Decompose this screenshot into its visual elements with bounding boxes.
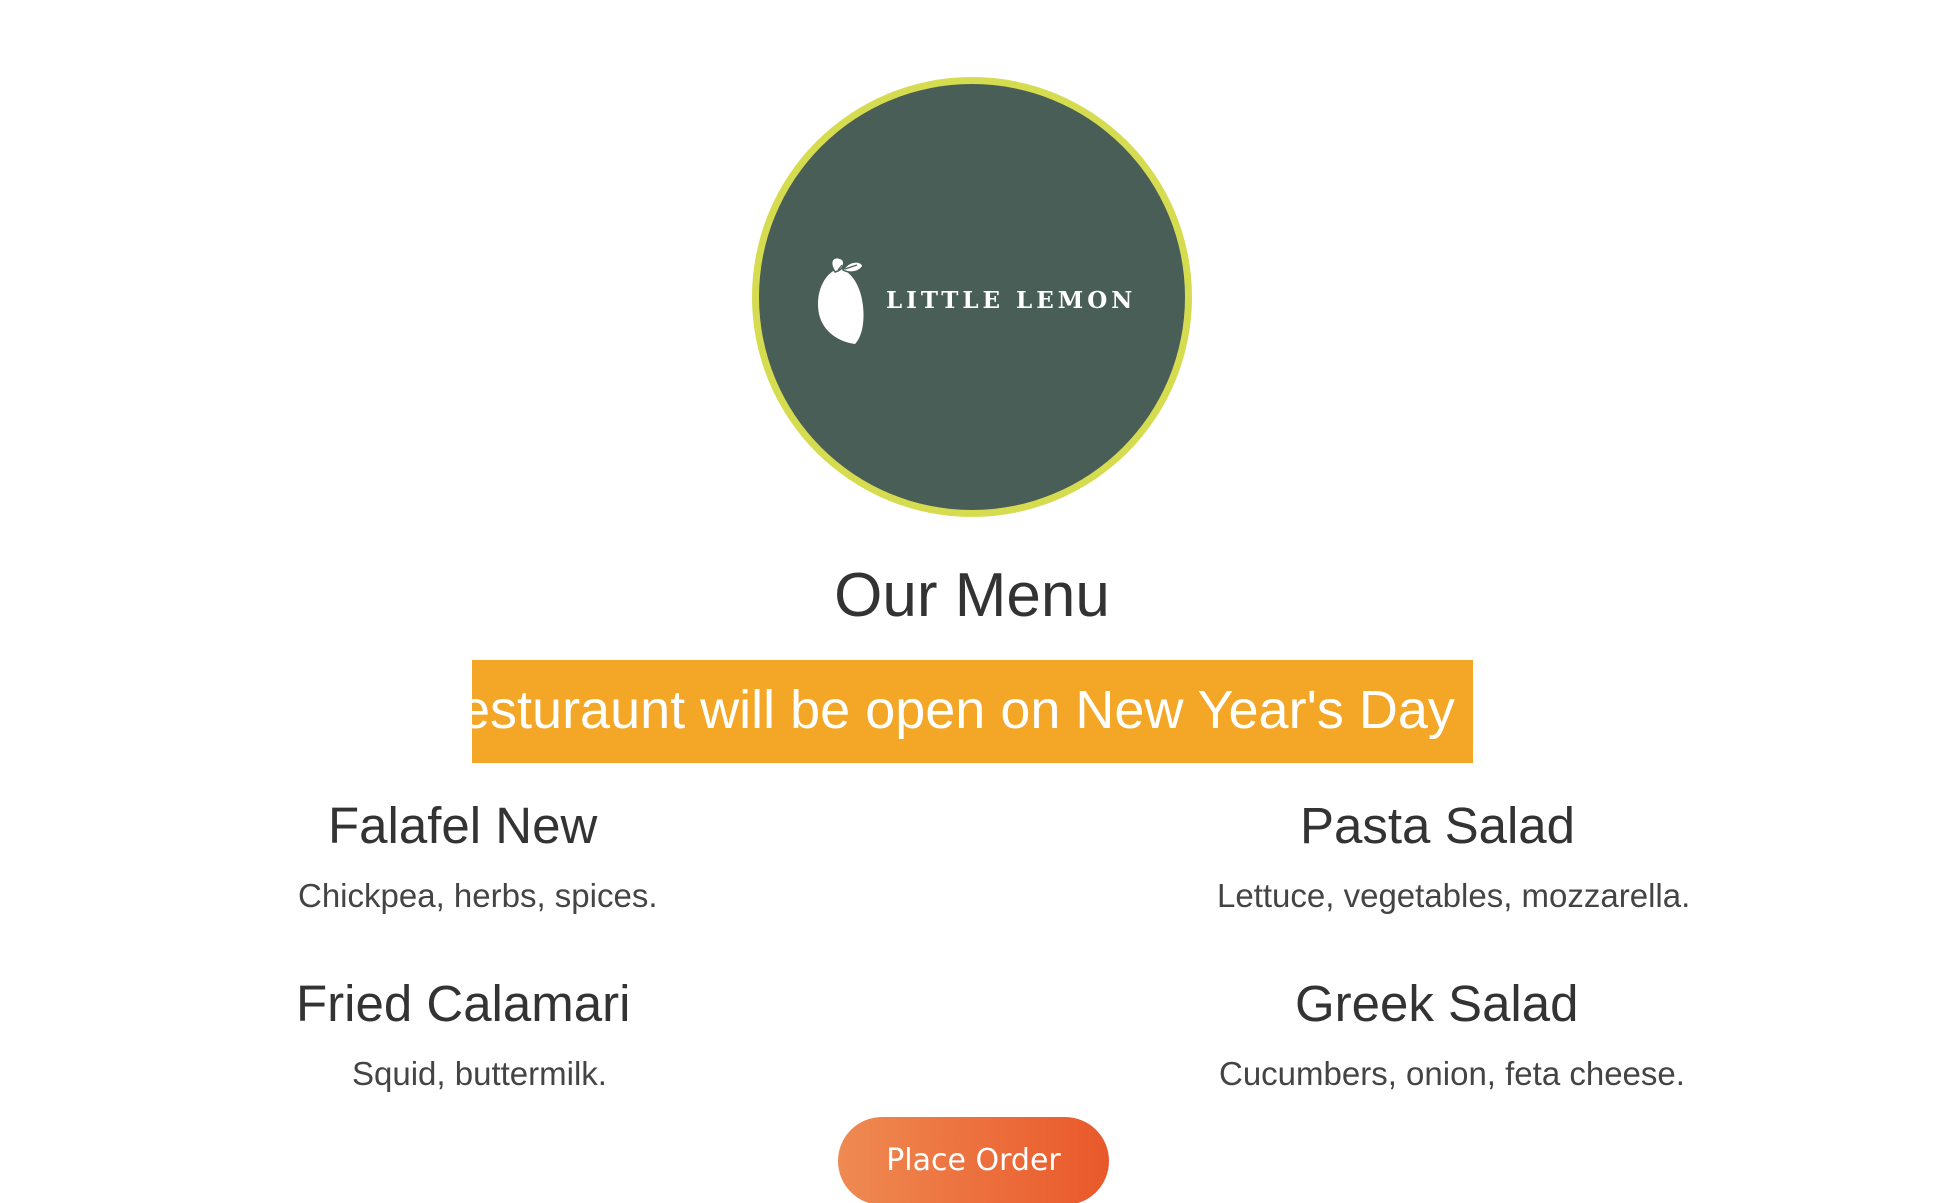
logo-ring: LITTLE LEMON <box>752 77 1192 517</box>
dish-description: Chickpea, herbs, spices. <box>298 877 658 914</box>
dish-description: Cucumbers, onion, feta cheese. <box>1219 1055 1685 1092</box>
brand-name: LITTLE LEMON <box>886 287 1137 314</box>
dish-name: Pasta Salad <box>1300 797 1576 854</box>
dish-name: Greek Salad <box>1295 975 1579 1032</box>
lemon-icon <box>817 256 864 344</box>
dish-name: Falafel New <box>328 797 598 854</box>
announcement-text: Our resturaunt will be open on New Year'… <box>472 680 1455 740</box>
little-lemon-logo: LITTLE LEMON <box>759 84 1185 510</box>
dish-name: Fried Calamari <box>296 975 631 1032</box>
dish-description: Squid, buttermilk. <box>352 1055 607 1092</box>
page-title: Our Menu <box>834 561 1110 630</box>
dish-description: Lettuce, vegetables, mozzarella. <box>1217 877 1691 914</box>
place-order-button[interactable]: Place Order <box>838 1117 1109 1203</box>
announcement-banner: Our resturaunt will be open on New Year'… <box>472 660 1473 763</box>
menu-page: LITTLE LEMON Our Menu Our resturaunt wil… <box>0 0 1944 1203</box>
